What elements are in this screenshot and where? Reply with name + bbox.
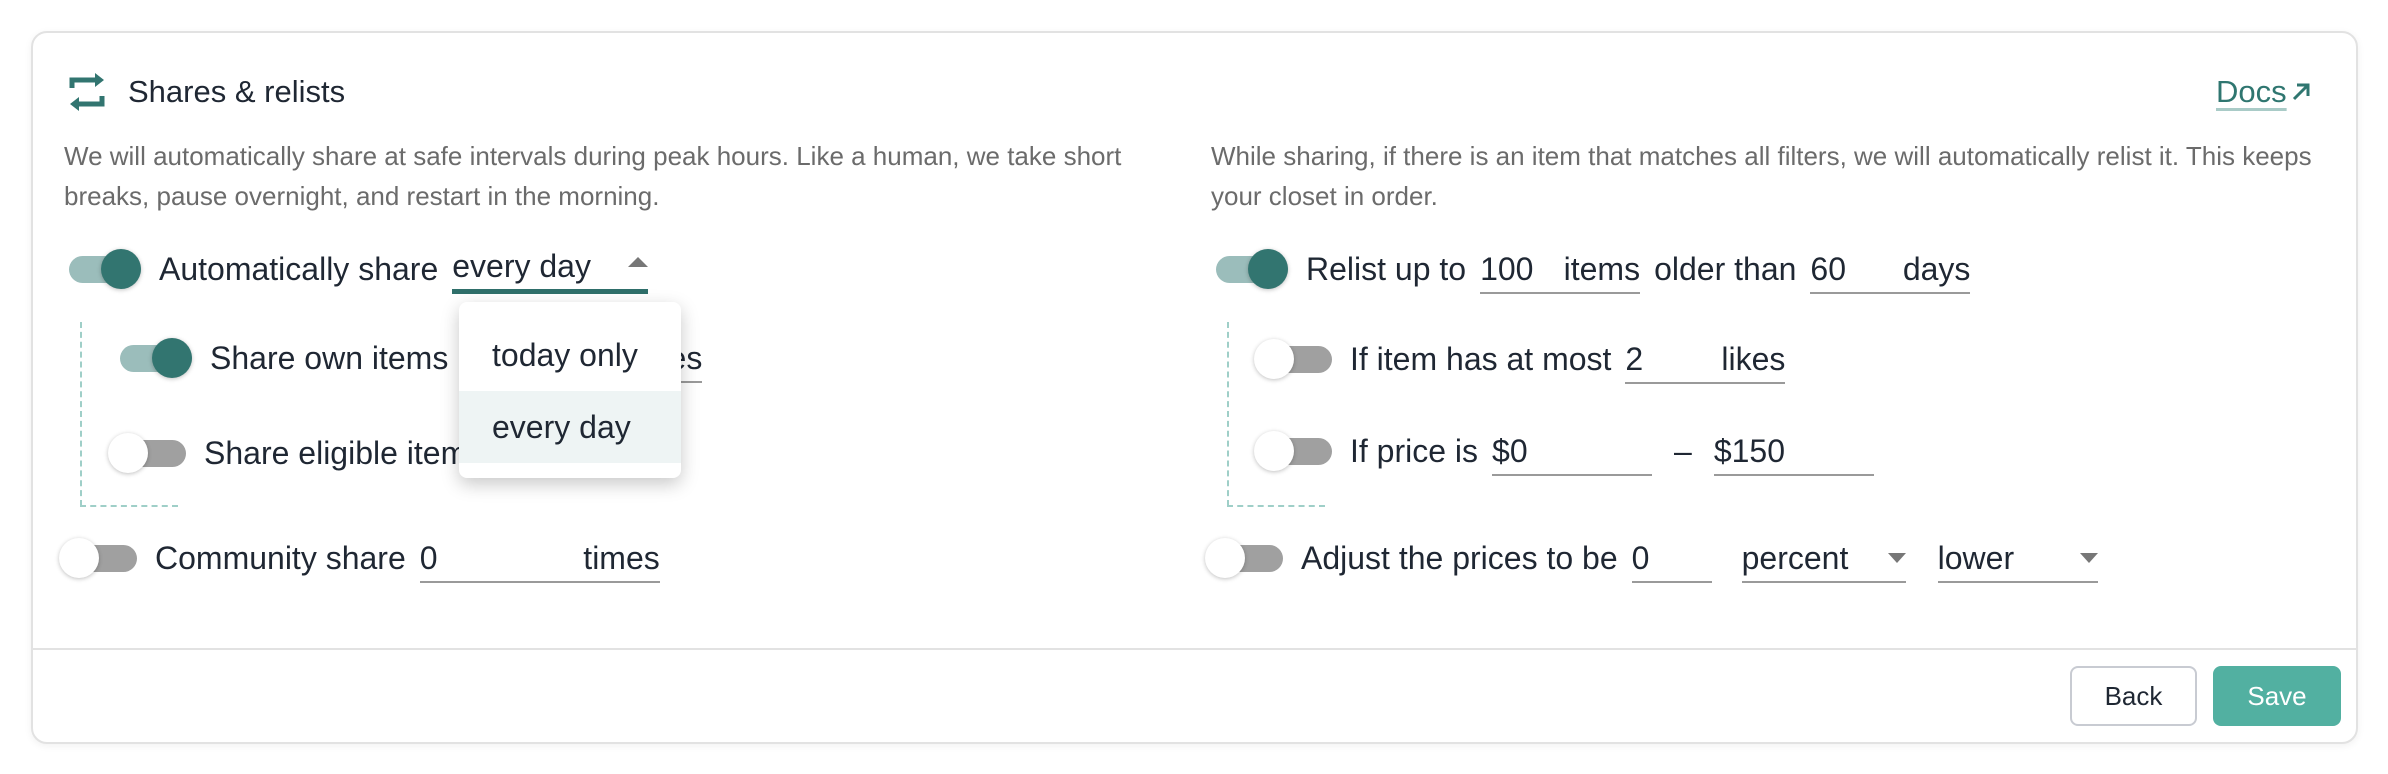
relist-count-value: 100 <box>1480 251 1534 287</box>
share-frequency-value: every day <box>452 248 591 284</box>
adjust-price-amount-value: 0 <box>1631 540 1650 576</box>
adjust-price-unit-select[interactable]: percent <box>1741 533 1906 583</box>
relist-toggle[interactable] <box>1210 247 1288 291</box>
relist-count-suffix: items <box>1563 251 1641 287</box>
dropdown-option-today-only[interactable]: today only <box>459 319 681 391</box>
adjust-price-direction-select[interactable]: lower <box>1937 533 2098 583</box>
relist-label: Relist up to <box>1306 250 1467 287</box>
adjust-price-amount-input[interactable]: 0 <box>1631 533 1712 583</box>
likes-filter-label: If item has at most <box>1350 340 1612 377</box>
community-share-toggle[interactable] <box>59 536 137 580</box>
adjust-price-toggle[interactable] <box>1205 536 1283 580</box>
tree-connector-line <box>80 505 178 507</box>
repeat-icon <box>69 73 105 111</box>
footer-divider <box>32 648 2357 650</box>
share-own-items-toggle[interactable] <box>114 336 192 380</box>
community-share-row: Community share 0 times <box>59 533 674 583</box>
share-own-items-label: Share own items <box>210 339 449 376</box>
external-link-arrow-icon <box>2292 83 2310 101</box>
docs-link[interactable]: Docs <box>2216 72 2313 112</box>
relists-description: While sharing, if there is an item that … <box>1211 141 2312 211</box>
back-button[interactable]: Back <box>2070 666 2197 726</box>
adjust-price-label: Adjust the prices to be <box>1301 539 1618 576</box>
community-share-label: Community share <box>155 539 406 576</box>
relist-count-input[interactable]: 100 items <box>1480 244 1641 294</box>
price-filter-toggle[interactable] <box>1254 429 1332 473</box>
price-max-value: $150 <box>1713 433 1786 469</box>
docs-link-label: Docs <box>2216 74 2287 109</box>
price-range-separator: – <box>1674 432 1692 469</box>
shares-description: We will automatically share at safe inte… <box>64 141 1122 211</box>
adjust-price-direction-value: lower <box>1937 540 2015 576</box>
share-eligible-items-toggle[interactable] <box>108 431 186 475</box>
tree-connector-line <box>1227 322 1229 506</box>
price-min-input[interactable]: $0 <box>1492 426 1653 476</box>
price-filter-label: If price is <box>1350 432 1479 469</box>
share-frequency-dropdown: today only every day <box>459 302 681 478</box>
section-title: Shares & relists <box>128 74 346 109</box>
price-min-value: $0 <box>1492 433 1528 469</box>
dropdown-option-every-day[interactable]: every day <box>459 391 681 463</box>
older-than-label: older than <box>1654 250 1797 287</box>
likes-filter-toggle[interactable] <box>1254 337 1332 381</box>
price-filter-row: If price is $0 – $150 <box>1254 426 1888 476</box>
community-share-input[interactable]: 0 times <box>419 533 660 583</box>
likes-filter-input[interactable]: 2 likes <box>1625 334 1786 384</box>
community-share-value: 0 <box>419 540 438 576</box>
tree-connector-line <box>80 322 82 506</box>
relist-days-suffix: days <box>1902 251 1971 287</box>
chevron-down-icon <box>2079 553 2098 563</box>
auto-share-label: Automatically share <box>159 250 439 287</box>
relist-row: Relist up to 100 items older than 60 day… <box>1210 244 1984 294</box>
tree-connector-line <box>1227 505 1325 507</box>
likes-filter-value: 2 <box>1625 341 1644 377</box>
save-button[interactable]: Save <box>2213 666 2341 726</box>
adjust-price-row: Adjust the prices to be 0 percent lower <box>1205 533 2112 583</box>
auto-share-toggle[interactable] <box>63 247 141 291</box>
relist-days-value: 60 <box>1810 251 1846 287</box>
adjust-price-unit-value: percent <box>1741 540 1849 576</box>
community-share-suffix: times <box>583 540 660 576</box>
share-frequency-select[interactable]: every day <box>452 244 649 294</box>
relist-days-input[interactable]: 60 days <box>1810 244 1971 294</box>
price-max-input[interactable]: $150 <box>1713 426 1874 476</box>
likes-filter-suffix: likes <box>1721 341 1786 377</box>
chevron-down-icon <box>1887 553 1906 563</box>
likes-filter-row: If item has at most 2 likes <box>1254 334 1799 384</box>
caret-up-icon <box>628 257 649 267</box>
auto-share-row: Automatically share every day <box>63 244 662 294</box>
